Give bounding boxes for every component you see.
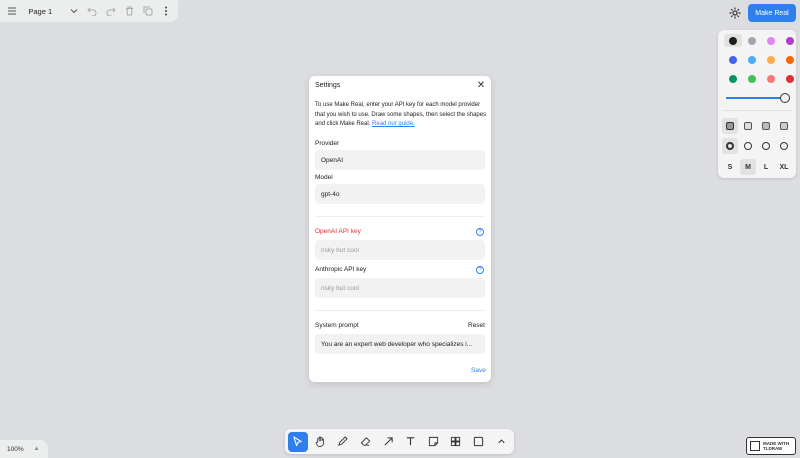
color-swatch[interactable]: [724, 34, 742, 47]
color-swatch[interactable]: [724, 72, 742, 85]
color-swatch[interactable]: [781, 53, 799, 66]
undo-icon[interactable]: [86, 4, 98, 18]
system-prompt-label: System prompt: [315, 322, 359, 329]
fill-semi-button[interactable]: [740, 118, 756, 134]
model-label: Model: [315, 174, 333, 181]
more-vertical-icon[interactable]: [160, 4, 172, 18]
make-real-button[interactable]: Make Real: [748, 4, 796, 22]
fill-style-row: [722, 118, 792, 134]
color-swatch[interactable]: [781, 34, 799, 47]
color-swatch[interactable]: [762, 72, 780, 85]
made-with-text: MADE WITH TLDRAW: [763, 441, 789, 451]
tldraw-logo-icon: [750, 441, 760, 451]
openai-key-input[interactable]: risky but cool: [315, 240, 485, 260]
color-dot: [748, 55, 756, 64]
fill-solid-button[interactable]: [758, 118, 774, 134]
arrow-tool-icon[interactable]: [378, 432, 398, 452]
provider-select[interactable]: OpenAI: [315, 150, 485, 170]
page-menu-bar: Page 1: [0, 0, 178, 22]
zoom-level[interactable]: 100%: [7, 446, 24, 453]
hand-tool-icon[interactable]: [311, 432, 331, 452]
anthropic-key-label: Anthropic API key: [315, 266, 367, 273]
provider-label: Provider: [315, 140, 340, 147]
anthropic-key-input[interactable]: risky but cool: [315, 278, 485, 298]
reset-button[interactable]: Reset: [468, 322, 485, 329]
dash-dotted-button[interactable]: [758, 138, 774, 154]
model-select[interactable]: gpt-4o: [315, 184, 485, 204]
color-swatch[interactable]: [743, 72, 761, 85]
dash-dashed-button[interactable]: [740, 138, 756, 154]
read-guide-link[interactable]: Read our guide.: [372, 121, 415, 127]
color-dot: [767, 74, 775, 83]
dash-draw-button[interactable]: [722, 138, 738, 154]
color-dot: [748, 36, 756, 45]
system-prompt-input[interactable]: You are an expert web developer who spec…: [315, 334, 485, 354]
fill-none-button[interactable]: [722, 118, 738, 134]
made-with-line2: TLDRAW: [763, 446, 783, 451]
color-swatch[interactable]: [762, 34, 780, 47]
color-swatch[interactable]: [743, 53, 761, 66]
gear-icon[interactable]: [728, 6, 742, 20]
close-icon[interactable]: ✕: [475, 80, 487, 92]
color-swatch[interactable]: [781, 72, 799, 85]
openai-key-label: OpenAI API key: [315, 228, 361, 235]
minimap-toggle-icon[interactable]: ▲: [34, 446, 40, 452]
color-dot: [767, 36, 775, 45]
dialog-divider: [315, 216, 485, 217]
made-with-tldraw-badge[interactable]: MADE WITH TLDRAW: [746, 437, 796, 455]
zoom-control: 100% ▲: [0, 440, 48, 458]
main-toolbar: [285, 429, 514, 454]
color-dot: [729, 74, 737, 83]
color-dot: [748, 74, 756, 83]
hamburger-menu-icon[interactable]: [6, 4, 18, 18]
help-icon[interactable]: ?: [476, 266, 484, 274]
trash-icon[interactable]: [123, 4, 135, 18]
color-swatch[interactable]: [743, 34, 761, 47]
rectangle-tool-icon[interactable]: [469, 432, 489, 452]
color-dot: [767, 55, 775, 64]
redo-icon[interactable]: [105, 4, 117, 18]
text-tool-icon[interactable]: [401, 432, 421, 452]
duplicate-icon[interactable]: [141, 4, 153, 18]
chevron-up-icon[interactable]: [491, 432, 511, 452]
help-icon[interactable]: ?: [476, 228, 484, 236]
opacity-slider-thumb[interactable]: [780, 93, 790, 103]
color-swatches: [724, 34, 799, 85]
color-dot: [786, 36, 794, 45]
panel-divider: [722, 110, 792, 111]
color-swatch[interactable]: [762, 53, 780, 66]
draw-tool-icon[interactable]: [333, 432, 353, 452]
size-xl-button[interactable]: XL: [776, 159, 792, 175]
dialog-title: Settings: [315, 82, 341, 89]
style-panel: S M L XL: [718, 30, 796, 178]
note-tool-icon[interactable]: [424, 432, 444, 452]
size-m-button[interactable]: M: [740, 159, 756, 175]
dash-solid-button[interactable]: [776, 138, 792, 154]
page-name[interactable]: Page 1: [28, 7, 62, 16]
size-l-button[interactable]: L: [758, 159, 774, 175]
select-tool-icon[interactable]: [288, 431, 308, 452]
color-dot: [786, 55, 794, 64]
size-row: S M L XL: [722, 159, 792, 175]
color-swatch[interactable]: [724, 53, 742, 66]
chevron-down-icon[interactable]: [68, 4, 80, 18]
dialog-description: To use Make Real, enter your API key for…: [315, 101, 487, 130]
color-dot: [786, 74, 794, 83]
eraser-tool-icon[interactable]: [356, 432, 376, 452]
asset-tool-icon[interactable]: [446, 432, 466, 452]
dialog-divider: [315, 310, 485, 311]
save-button[interactable]: Save: [471, 367, 486, 374]
color-dot: [729, 36, 737, 45]
size-s-button[interactable]: S: [722, 159, 738, 175]
color-dot: [729, 55, 737, 64]
dash-style-row: [722, 138, 792, 154]
fill-pattern-button[interactable]: [776, 118, 792, 134]
settings-dialog: Settings ✕ To use Make Real, enter your …: [309, 76, 491, 382]
opacity-slider-track[interactable]: [726, 97, 786, 99]
